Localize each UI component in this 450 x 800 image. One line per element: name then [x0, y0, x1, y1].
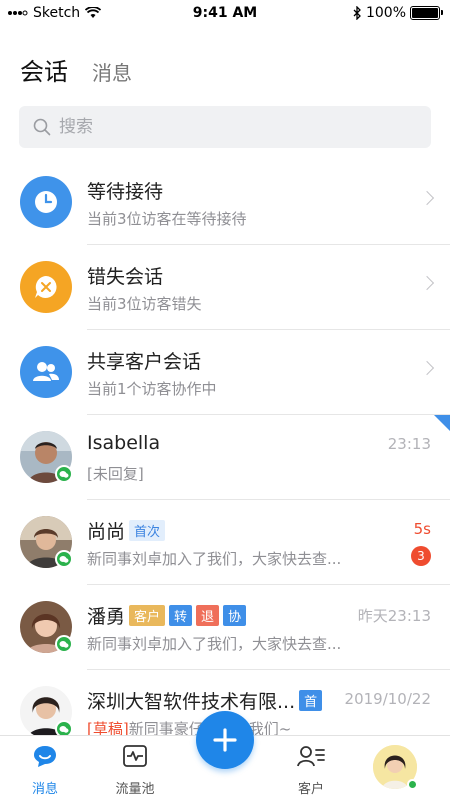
unread-count-badge: 3: [411, 546, 431, 566]
wechat-badge-icon: [55, 465, 73, 483]
nav-traffic-pool[interactable]: 流量池: [105, 744, 165, 797]
bottom-nav: 消息 流量池 客户: [0, 711, 450, 800]
nav-messages[interactable]: 消息: [15, 744, 75, 797]
status-right: 100%: [353, 5, 443, 21]
collaborate-tag: 协: [223, 605, 247, 626]
refund-tag: 退: [196, 605, 220, 626]
contact-name: 尚尚: [87, 521, 126, 543]
clock-icon: [20, 176, 72, 228]
message-time: 2019/10/22: [344, 690, 431, 708]
row-subtitle: 当前3位访客错失: [87, 295, 202, 313]
bluetooth-icon: [353, 6, 361, 20]
contact-name-line: 潘勇 客户转退协: [87, 602, 247, 629]
row-title: 等待接待: [87, 181, 164, 203]
chevron-right-icon: [419, 190, 435, 206]
chevron-right-icon: [419, 360, 435, 376]
first-visit-tag: 首次: [129, 520, 166, 541]
plus-icon: [213, 728, 237, 752]
contact-name: 潘勇: [87, 606, 126, 628]
nav-label: 消息: [31, 782, 58, 797]
row-shared-customer-sessions[interactable]: 共享客户会话 当前1个访客协作中: [0, 330, 450, 415]
nav-customers[interactable]: 客户: [281, 744, 341, 797]
contact-name-line: 尚尚 首次: [87, 517, 166, 544]
contact-name-line: 深圳大智软件技术有限... 首: [87, 687, 323, 714]
wechat-badge-icon: [55, 635, 73, 653]
message-time: 23:13: [387, 435, 431, 453]
last-message: 新同事刘卓加入了我们，大家快去查...: [87, 635, 342, 653]
search-input[interactable]: [59, 117, 399, 137]
conversation-row-shangshang[interactable]: 尚尚 首次 新同事刘卓加入了我们，大家快去查... 5s 3: [0, 500, 450, 585]
battery-percent: 100%: [365, 5, 406, 21]
missed-chat-icon: [20, 261, 72, 313]
last-message: 新同事刘卓加入了我们，大家快去查...: [87, 550, 342, 568]
nav-label: 流量池: [115, 782, 155, 797]
message-time: 5s: [413, 520, 431, 538]
customers-icon: [297, 746, 325, 767]
pulse-chart-icon: [123, 745, 147, 767]
row-missed-sessions[interactable]: 错失会话 当前3位访客错失: [0, 245, 450, 330]
conversation-row-panyong[interactable]: 潘勇 客户转退协 新同事刘卓加入了我们，大家快去查... 昨天23:13: [0, 585, 450, 670]
contact-name: 深圳大智软件技术有限...: [87, 691, 296, 713]
row-title: 共享客户会话: [87, 351, 202, 373]
header-tabs: 会话 消息: [20, 52, 132, 87]
status-bar: Sketch 9:41 AM 100%: [0, 0, 450, 28]
first-visit-tag: 首: [299, 690, 323, 711]
people-icon: [20, 346, 72, 398]
battery-icon: [410, 6, 443, 20]
conversation-list: 等待接待 当前3位访客在等待接待 错失会话 当前3位访客错失 共享客户会话 当前…: [0, 160, 450, 755]
chevron-right-icon: [419, 275, 435, 291]
row-subtitle: 当前1个访客协作中: [87, 380, 217, 398]
search-icon: [33, 118, 51, 136]
row-waiting-reception[interactable]: 等待接待 当前3位访客在等待接待: [0, 160, 450, 245]
customer-tag: 客户: [129, 605, 166, 626]
wechat-badge-icon: [55, 550, 73, 568]
nav-label: 客户: [297, 782, 324, 797]
tab-messages[interactable]: 消息: [92, 57, 132, 86]
chat-bubble-icon: [34, 746, 56, 767]
search-bar[interactable]: [19, 106, 431, 148]
message-time: 昨天23:13: [357, 607, 431, 625]
pinned-corner-marker: [434, 415, 450, 431]
add-button[interactable]: [196, 711, 254, 769]
online-status-dot: [407, 779, 418, 790]
row-title: 错失会话: [87, 266, 164, 288]
row-subtitle: 当前3位访客在等待接待: [87, 210, 247, 228]
last-message: [未回复]: [87, 465, 144, 483]
tab-conversations[interactable]: 会话: [20, 52, 68, 87]
transfer-tag: 转: [169, 605, 193, 626]
conversation-row-isabella[interactable]: Isabella [未回复] 23:13: [0, 415, 450, 500]
contact-name: Isabella: [87, 432, 161, 454]
